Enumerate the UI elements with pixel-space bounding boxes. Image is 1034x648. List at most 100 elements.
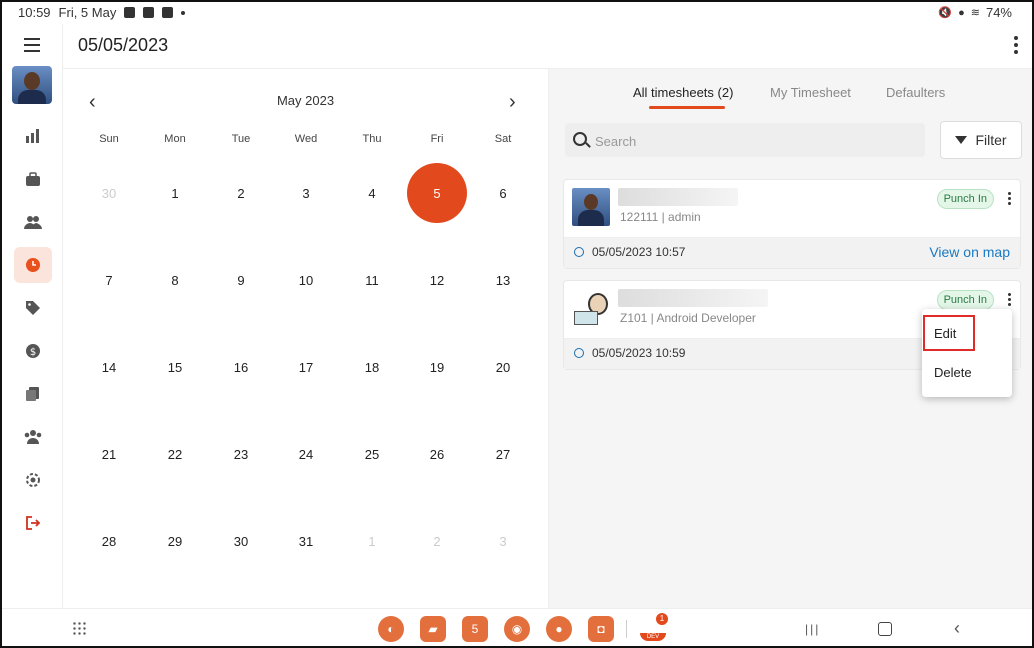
punch-timestamp: 05/05/2023 10:59 <box>592 346 686 360</box>
calendar-day[interactable]: 24 <box>273 447 339 462</box>
card-more-icon[interactable] <box>1008 293 1012 308</box>
calendar-day[interactable]: 10 <box>273 273 339 288</box>
home-icon[interactable] <box>878 622 892 636</box>
search-icon <box>573 132 587 146</box>
calendar-day[interactable]: 1 <box>339 534 405 549</box>
employee-id-role: 122111 | admin <box>620 210 701 224</box>
settings-icon[interactable] <box>14 462 52 498</box>
calendar-day[interactable]: 19 <box>404 360 470 375</box>
clock-icon <box>574 247 584 257</box>
calendar-day[interactable]: 30 <box>208 534 274 549</box>
filter-button[interactable]: Filter <box>940 121 1022 159</box>
wifi-icon: ≋ <box>970 7 980 19</box>
messages-app-icon[interactable]: ◉ <box>504 616 530 642</box>
calendar-day[interactable]: 7 <box>76 273 142 288</box>
dev-label: DEV <box>640 633 666 641</box>
view-on-map-link[interactable]: View on map <box>929 244 1010 260</box>
menu-item-edit[interactable]: Edit <box>934 326 956 341</box>
team-icon[interactable] <box>14 419 52 455</box>
documents-icon[interactable] <box>14 376 52 412</box>
status-time: 10:59 <box>18 5 51 20</box>
battery-level: 74% <box>985 5 1012 20</box>
app-window: 10:59 Fri, 5 May 🔇 ● ≋ 74% $ 05/05/2023 … <box>0 0 1034 648</box>
gallery-icon <box>124 7 136 18</box>
app-drawer-icon[interactable] <box>72 621 86 635</box>
clock-icon <box>574 348 584 358</box>
camera-app-icon[interactable]: ◘ <box>588 616 614 642</box>
calendar-day[interactable]: 31 <box>273 534 339 549</box>
punch-timestamp: 05/05/2023 10:57 <box>592 245 686 259</box>
employee-avatar <box>572 289 610 327</box>
next-month-icon[interactable]: › <box>509 91 516 114</box>
weekday-label: Thu <box>362 133 382 145</box>
tab-all-timesheets[interactable]: All timesheets (2) <box>633 85 733 100</box>
tab-defaulters[interactable]: Defaulters <box>886 85 945 100</box>
card-footer: 05/05/2023 10:57 View on map <box>564 237 1020 268</box>
timesheet-card[interactable]: 122111 | admin Punch In 05/05/2023 10:57… <box>563 179 1021 269</box>
calendar-day[interactable]: 18 <box>339 360 405 375</box>
calendar-day[interactable]: 12 <box>404 273 470 288</box>
calendar-app-icon[interactable]: 5 <box>462 616 488 642</box>
files-app-icon[interactable]: ▰ <box>420 616 446 642</box>
calendar-day[interactable]: 16 <box>208 360 274 375</box>
calendar: ‹ May 2023 › Sun Mon Tue Wed Thu Fri Sat… <box>63 69 549 608</box>
card-more-icon[interactable] <box>1008 192 1012 207</box>
calendar-day[interactable]: 21 <box>76 447 142 462</box>
menu-icon[interactable] <box>24 38 40 56</box>
logout-icon[interactable] <box>14 505 52 541</box>
contacts-app-icon[interactable]: ● <box>546 616 572 642</box>
calendar-day[interactable]: 27 <box>470 447 536 462</box>
users-icon[interactable] <box>14 204 52 240</box>
calendar-day[interactable]: 13 <box>470 273 536 288</box>
calendar-day[interactable]: 17 <box>273 360 339 375</box>
mute-icon: 🔇 <box>938 7 953 19</box>
recent-apps-icon[interactable]: ||| <box>805 622 820 636</box>
search-input[interactable] <box>593 123 917 159</box>
calendar-day[interactable]: 6 <box>470 186 536 201</box>
weekday-label: Wed <box>294 133 318 145</box>
calendar-day[interactable]: 23 <box>208 447 274 462</box>
menu-item-delete[interactable]: Delete <box>934 365 972 380</box>
sidebar: $ <box>2 24 63 608</box>
taskbar-divider <box>626 620 627 638</box>
calendar-day[interactable]: 28 <box>76 534 142 549</box>
calendar-day[interactable]: 26 <box>404 447 470 462</box>
calendar-day-selected[interactable]: 5 <box>404 186 470 201</box>
status-date: Fri, 5 May <box>58 5 117 20</box>
back-icon[interactable]: ‹ <box>954 618 960 639</box>
more-notifications-icon <box>181 10 186 15</box>
chart-icon[interactable] <box>14 118 52 154</box>
calendar-day[interactable]: 11 <box>339 273 405 288</box>
more-options-icon[interactable] <box>1014 36 1018 57</box>
clock-icon[interactable] <box>14 247 52 283</box>
browser-app-icon[interactable]: ◐ <box>378 616 404 642</box>
calendar-day[interactable]: 2 <box>208 186 274 201</box>
calendar-day[interactable]: 9 <box>208 273 274 288</box>
calendar-day[interactable]: 3 <box>273 186 339 201</box>
calendar-day[interactable]: 25 <box>339 447 405 462</box>
calendar-day[interactable]: 1 <box>142 186 208 201</box>
month-label: May 2023 <box>276 93 335 108</box>
calendar-day[interactable]: 30 <box>76 186 142 201</box>
calendar-day[interactable]: 29 <box>142 534 208 549</box>
status-badge: Punch In <box>936 189 994 209</box>
calendar-day[interactable]: 20 <box>470 360 536 375</box>
avatar[interactable] <box>12 66 52 104</box>
tab-my-timesheet[interactable]: My Timesheet <box>770 85 851 100</box>
employee-name-blurred <box>618 289 768 307</box>
employee-avatar <box>572 188 610 226</box>
calendar-day[interactable]: 22 <box>142 447 208 462</box>
employee-id-role: Z101 | Android Developer <box>620 311 756 325</box>
tag-icon[interactable] <box>14 290 52 326</box>
calendar-day[interactable]: 2 <box>404 534 470 549</box>
weekday-label: Mon <box>164 133 186 145</box>
calendar-day[interactable]: 4 <box>339 186 405 201</box>
briefcase-icon[interactable] <box>14 161 52 197</box>
timesheet-panel: All timesheets (2) My Timesheet Defaulte… <box>549 69 1032 608</box>
calendar-day[interactable]: 14 <box>76 360 142 375</box>
calendar-day[interactable]: 8 <box>142 273 208 288</box>
status-bar: 10:59 Fri, 5 May 🔇 ● ≋ 74% <box>2 2 1032 24</box>
calendar-day[interactable]: 15 <box>142 360 208 375</box>
dollar-icon[interactable]: $ <box>14 333 52 369</box>
calendar-day[interactable]: 3 <box>470 534 536 549</box>
